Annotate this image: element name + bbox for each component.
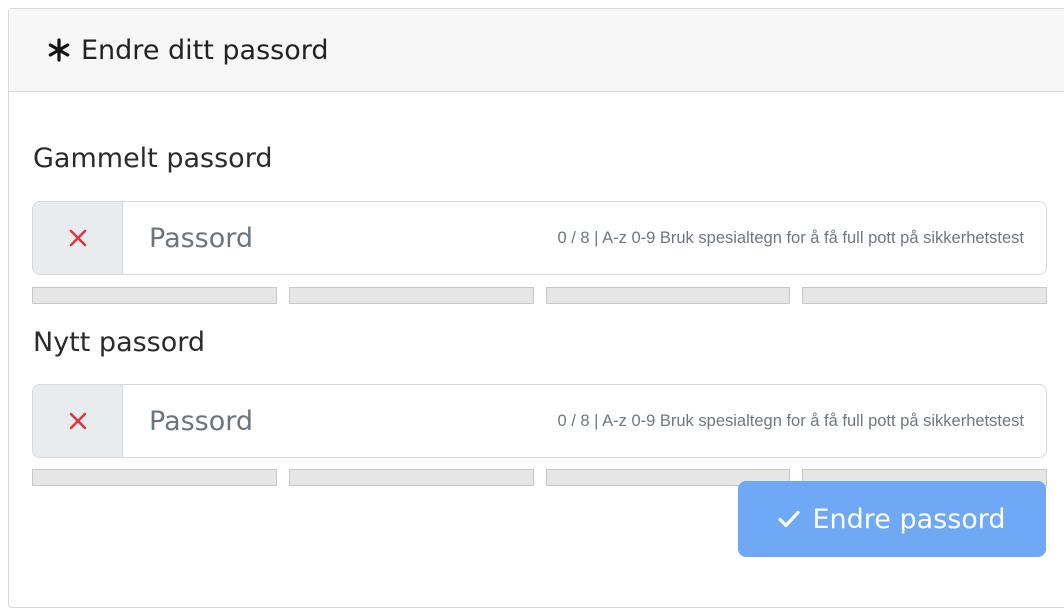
new-password-group: 0 / 8 | A-z 0-9 Bruk spesialtegn for å f… xyxy=(32,384,1047,458)
strength-segment xyxy=(802,287,1047,304)
strength-segment xyxy=(288,469,534,486)
new-password-hint: 0 / 8 | A-z 0-9 Bruk spesialtegn for å f… xyxy=(557,411,1024,430)
card-header: Endre ditt passord xyxy=(9,9,1064,92)
x-icon xyxy=(33,385,123,457)
change-password-button-label: Endre passord xyxy=(812,503,1006,535)
strength-segment xyxy=(32,469,277,486)
change-password-button[interactable]: Endre passord xyxy=(738,481,1046,557)
strength-segment xyxy=(32,287,277,304)
check-icon xyxy=(778,510,801,528)
old-password-hint: 0 / 8 | A-z 0-9 Bruk spesialtegn for å f… xyxy=(557,228,1024,247)
old-password-label: Gammelt passord xyxy=(33,143,273,174)
strength-segment xyxy=(288,287,534,304)
old-password-strength-meter xyxy=(32,287,1047,304)
x-icon xyxy=(33,202,123,274)
strength-segment xyxy=(545,287,791,304)
old-password-group: 0 / 8 | A-z 0-9 Bruk spesialtegn for å f… xyxy=(32,201,1047,275)
asterisk-icon xyxy=(47,38,71,62)
new-password-label: Nytt passord xyxy=(33,327,206,358)
card-title: Endre ditt passord xyxy=(81,34,329,66)
